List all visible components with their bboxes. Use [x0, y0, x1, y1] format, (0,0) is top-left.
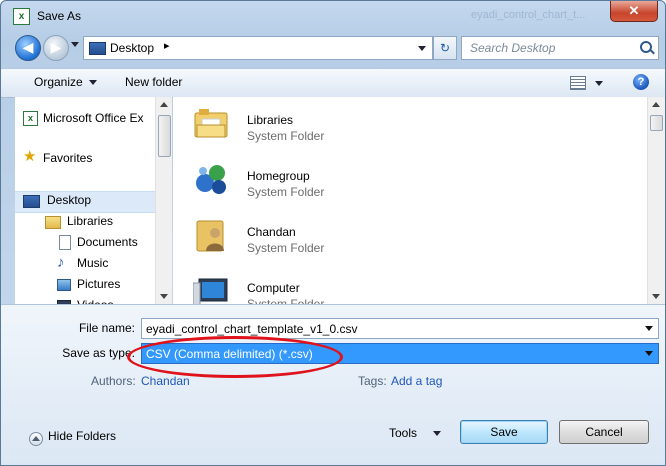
libraries-icon: [45, 216, 61, 229]
libraries-folder-icon: [193, 105, 229, 141]
file-type: System Folder: [247, 185, 325, 199]
address-bar[interactable]: Desktop ▸: [83, 36, 433, 60]
navigation-pane-scrollbar[interactable]: [155, 97, 172, 304]
homegroup-icon: [193, 161, 229, 197]
organize-label: Organize: [34, 75, 83, 89]
file-name: Homegroup: [247, 169, 310, 183]
change-view-icon[interactable]: [570, 76, 586, 90]
file-type: System Folder: [247, 297, 325, 304]
nav-item-label: Desktop: [47, 193, 92, 207]
window-title-faded: eyadi_control_chart_t...: [471, 9, 586, 21]
cancel-button[interactable]: Cancel: [559, 420, 649, 444]
computer-icon: [192, 273, 229, 304]
help-icon[interactable]: ?: [633, 74, 649, 90]
chevron-down-icon: [88, 80, 97, 86]
annotation-circle: [127, 336, 343, 378]
list-item-computer[interactable]: Computer System Folder: [173, 271, 473, 304]
close-button[interactable]: ✕: [610, 1, 658, 22]
save-options-panel: File name: eyadi_control_chart_template_…: [1, 304, 665, 465]
tools-button[interactable]: Tools: [389, 426, 442, 440]
address-bar-row: ◀ ▶ Desktop ▸ ↻ Search Desktop: [1, 32, 665, 62]
desktop-icon: [89, 42, 106, 55]
star-icon: ★: [23, 148, 37, 165]
search-placeholder: Search Desktop: [470, 41, 556, 55]
address-location[interactable]: Desktop: [110, 41, 154, 55]
recent-pages-chevron-icon[interactable]: [71, 42, 79, 47]
nav-item-label: Pictures: [77, 277, 121, 291]
file-name: Libraries: [247, 113, 294, 127]
refresh-button[interactable]: ↻: [433, 36, 457, 60]
chevron-down-icon: [433, 431, 442, 437]
scrollbar-thumb[interactable]: [158, 115, 171, 157]
user-folder-icon: [193, 217, 229, 253]
navigation-pane: x Microsoft Office Ex ★ Favorites Deskto…: [15, 97, 169, 304]
save-as-dialog: x Save As eyadi_control_chart_t... ✕ ◀ ▶…: [0, 0, 666, 466]
nav-item-label: Videos: [77, 296, 113, 304]
save-as-type-label: Save as type:: [62, 346, 135, 360]
tags-input[interactable]: Add a tag: [391, 374, 442, 388]
documents-icon: [59, 235, 71, 250]
search-icon[interactable]: [640, 41, 652, 53]
file-type: System Folder: [247, 241, 325, 255]
file-type: System Folder: [247, 129, 325, 143]
list-item-chandan[interactable]: Chandan System Folder: [173, 215, 473, 271]
pictures-icon: [57, 279, 71, 291]
file-name-value: eyadi_control_chart_template_v1_0.csv: [146, 322, 358, 336]
chevron-down-icon[interactable]: [645, 351, 653, 356]
file-list: Libraries System Folder Homegroup System…: [173, 97, 647, 304]
back-button[interactable]: ◀: [15, 35, 41, 61]
excel-icon: x: [13, 8, 30, 25]
nav-item-label: Favorites: [43, 151, 93, 165]
music-note-icon: ♪: [57, 254, 65, 271]
authors-value[interactable]: Chandan: [141, 374, 190, 388]
nav-item-label: Documents: [77, 235, 138, 249]
address-dropdown-icon[interactable]: [418, 46, 426, 51]
command-bar: Organize New folder ?: [1, 68, 665, 98]
list-item-homegroup[interactable]: Homegroup System Folder: [173, 159, 473, 215]
hide-folders-button[interactable]: Hide Folders: [48, 429, 116, 443]
list-item-libraries[interactable]: Libraries System Folder: [173, 103, 473, 159]
title-bar: x Save As eyadi_control_chart_t... ✕: [1, 1, 665, 31]
file-name: Computer: [247, 281, 300, 295]
file-name: Chandan: [247, 225, 296, 239]
scroll-down-arrow-icon[interactable]: [652, 294, 660, 299]
file-list-scrollbar[interactable]: [647, 97, 665, 304]
breadcrumb-separator-icon[interactable]: ▸: [164, 39, 170, 52]
excel-icon: x: [23, 111, 38, 126]
save-button[interactable]: Save: [460, 420, 548, 444]
scroll-up-arrow-icon[interactable]: [160, 102, 168, 107]
nav-item-label: Libraries: [67, 214, 114, 228]
scroll-down-arrow-icon[interactable]: [160, 294, 168, 299]
scroll-up-arrow-icon[interactable]: [652, 102, 660, 107]
new-folder-button[interactable]: New folder: [125, 75, 182, 89]
forward-button[interactable]: ▶: [43, 35, 69, 61]
collapse-chevron-icon[interactable]: [29, 432, 43, 446]
chevron-down-icon[interactable]: [645, 326, 653, 331]
tags-label: Tags:: [358, 374, 387, 388]
tools-label: Tools: [389, 426, 418, 440]
authors-label: Authors:: [91, 374, 136, 388]
desktop-icon: [23, 195, 40, 208]
view-options-chevron-icon[interactable]: [595, 81, 603, 86]
organize-button[interactable]: Organize: [34, 75, 97, 89]
nav-item-label: Music: [77, 256, 109, 270]
search-input[interactable]: Search Desktop: [461, 36, 659, 60]
scrollbar-thumb[interactable]: [650, 115, 663, 131]
nav-item-label: Microsoft Office Ex: [43, 111, 144, 125]
file-name-label: File name:: [78, 321, 135, 335]
window-title: Save As: [37, 9, 82, 23]
